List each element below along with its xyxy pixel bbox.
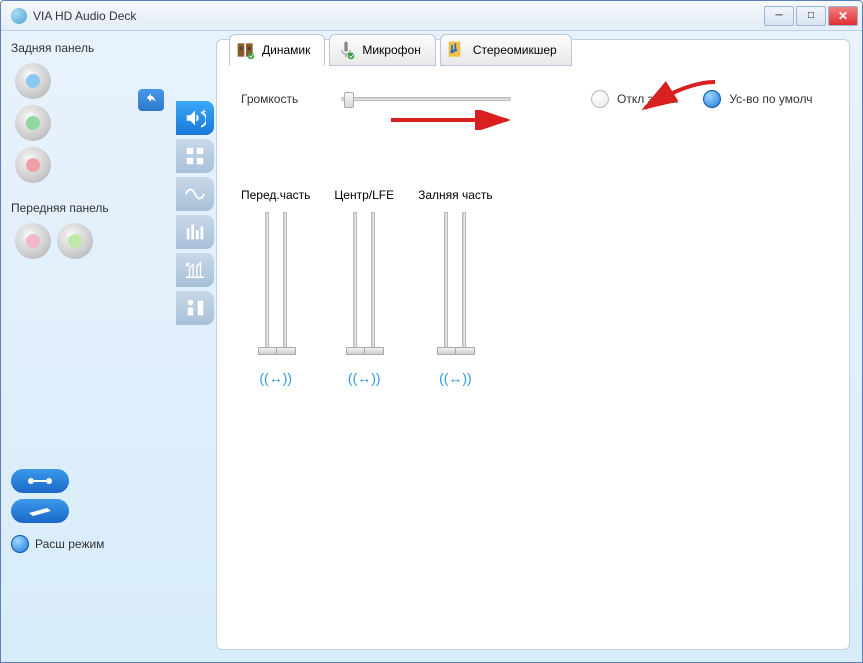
tab-speaker-label: Динамик: [262, 43, 310, 57]
stereomix-tab-icon: [447, 40, 467, 60]
back-button[interactable]: [138, 89, 164, 111]
mic-tab-icon: [336, 40, 356, 60]
tab-content: Громкость Откл звука Ус-во по умолч: [217, 40, 849, 406]
app-window: VIA HD Audio Deck ─ □ ✕ Задняя панель: [0, 0, 863, 663]
tab-speaker[interactable]: Динамик: [229, 34, 325, 66]
undo-arrow-icon: [144, 93, 158, 107]
rail-eq[interactable]: [176, 215, 214, 249]
front-jack-pink[interactable]: [15, 223, 51, 259]
mode-row: Расш режим: [11, 535, 166, 553]
channel-center: Центр/LFE ((↔)): [334, 188, 394, 386]
rail-env[interactable]: [176, 253, 214, 287]
expanded-mode-label: Расш режим: [35, 537, 104, 551]
volume-slider[interactable]: [341, 97, 511, 101]
expanded-mode-radio[interactable]: [11, 535, 29, 553]
front-swap-button[interactable]: ((↔)): [241, 370, 310, 386]
speaker-icon: +: [184, 107, 206, 129]
rear-swap-button[interactable]: ((↔)): [418, 370, 493, 386]
rail-volume[interactable]: +: [176, 101, 214, 135]
sidebar: Задняя панель Передняя панель: [1, 31, 176, 662]
front-left-slider[interactable]: [265, 212, 269, 352]
minimize-button[interactable]: ─: [764, 6, 794, 26]
lfe-slider[interactable]: [371, 212, 375, 352]
channel-front-label: Перед.часть: [241, 188, 310, 202]
tab-stereomix-label: Стереомикшер: [473, 43, 557, 57]
slider-thumb[interactable]: [346, 347, 366, 355]
rail-karaoke[interactable]: [176, 291, 214, 325]
category-rail: +: [176, 31, 216, 662]
front-jack-green[interactable]: [57, 223, 93, 259]
slider-thumb[interactable]: [437, 347, 457, 355]
tabs: Динамик Микрофон Стереомикшер: [229, 34, 572, 66]
person-speaker-icon: [184, 297, 206, 319]
app-body: Задняя панель Передняя панель: [1, 31, 862, 662]
annotation-arrow-1: [637, 78, 717, 118]
mute-radio[interactable]: [591, 90, 609, 108]
speakers-grid-icon: [184, 145, 206, 167]
channel-center-label: Центр/LFE: [334, 188, 394, 202]
connector-icon: [25, 475, 55, 487]
connector-button-1[interactable]: [11, 469, 69, 493]
rail-config[interactable]: [176, 139, 214, 173]
equalizer-icon: [184, 221, 206, 243]
rear-panel-label: Задняя панель: [11, 41, 166, 55]
tab-mic[interactable]: Микрофон: [329, 34, 435, 66]
sine-wave-icon: [184, 183, 206, 205]
environment-icon: [184, 259, 206, 281]
channel-front: Перед.часть ((↔)): [241, 188, 310, 386]
window-buttons: ─ □ ✕: [764, 6, 858, 26]
rear-left-slider[interactable]: [444, 212, 448, 352]
volume-row: Громкость Откл звука Ус-во по умолч: [241, 90, 825, 108]
slider-thumb[interactable]: [455, 347, 475, 355]
center-swap-button[interactable]: ((↔)): [334, 370, 394, 386]
app-icon: [11, 8, 27, 24]
volume-label: Громкость: [241, 92, 321, 106]
slider-thumb[interactable]: [258, 347, 278, 355]
main-panel: Динамик Микрофон Стереомикшер Громкость: [216, 39, 850, 650]
rail-wave[interactable]: [176, 177, 214, 211]
speaker-tab-icon: [236, 40, 256, 60]
channel-rear-label: Залняя часть: [418, 188, 493, 202]
rear-jack-red[interactable]: [15, 147, 51, 183]
channel-sliders: Перед.часть ((↔)) Центр/LFE ((: [241, 188, 825, 386]
slider-thumb[interactable]: [276, 347, 296, 355]
rear-jack-blue[interactable]: [15, 63, 51, 99]
annotation-arrow-2: [387, 110, 517, 130]
tab-stereomix[interactable]: Стереомикшер: [440, 34, 572, 66]
close-button[interactable]: ✕: [828, 6, 858, 26]
connector-button-2[interactable]: [11, 499, 69, 523]
rear-jack-green[interactable]: [15, 105, 51, 141]
titlebar[interactable]: VIA HD Audio Deck ─ □ ✕: [1, 1, 862, 31]
window-title: VIA HD Audio Deck: [33, 9, 764, 23]
slider-thumb[interactable]: [364, 347, 384, 355]
default-device-label: Ус-во по умолч: [729, 92, 812, 106]
volume-slider-thumb[interactable]: [344, 92, 354, 108]
front-panel-label: Передняя панель: [11, 201, 166, 215]
front-right-slider[interactable]: [283, 212, 287, 352]
maximize-button[interactable]: □: [796, 6, 826, 26]
pen-icon: [25, 505, 55, 517]
center-slider[interactable]: [353, 212, 357, 352]
channel-rear: Залняя часть ((↔)): [418, 188, 493, 386]
svg-text:+: +: [201, 107, 206, 116]
tab-mic-label: Микрофон: [362, 43, 420, 57]
rear-right-slider[interactable]: [462, 212, 466, 352]
